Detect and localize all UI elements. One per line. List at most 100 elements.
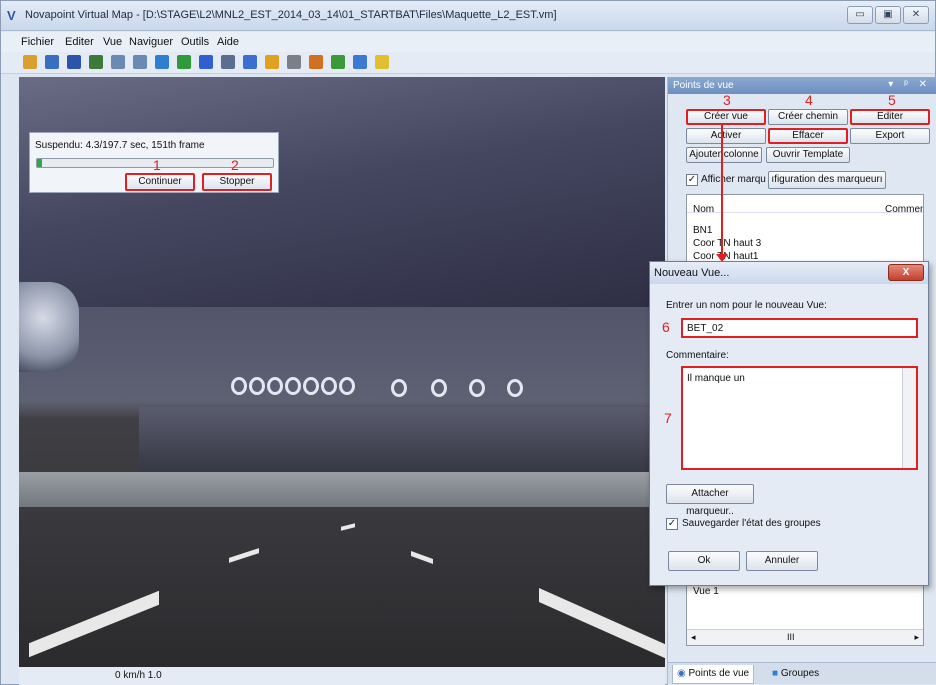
scroll-left-icon[interactable]: ◂ — [691, 632, 696, 643]
panel-title: Points de vue — [673, 80, 734, 91]
settings-icon[interactable] — [375, 55, 389, 69]
paint-icon[interactable] — [331, 55, 345, 69]
playback-progress-fill — [37, 159, 43, 167]
tab-points-de-vue[interactable]: ◉ Points de vue — [672, 665, 755, 684]
dialog-close-button[interactable]: X — [888, 264, 924, 281]
annotation-number: 1 — [153, 157, 161, 173]
annotation-number: 5 — [888, 92, 896, 108]
menu-naviguer[interactable]: Naviguer — [129, 36, 173, 48]
attach-marker-button[interactable]: Attacher marqueur.. — [666, 484, 754, 517]
app-logo-icon: V — [7, 8, 16, 23]
measure-icon[interactable] — [265, 55, 279, 69]
orbit-icon[interactable] — [133, 55, 147, 69]
comment-scrollbar[interactable] — [902, 368, 916, 468]
group-icon: ■ — [772, 668, 779, 679]
tab-label: Groupes — [780, 668, 820, 679]
dialog-title-bar: Nouveau Vue... X — [650, 262, 928, 284]
show-markers-label: Afficher marqu — [701, 174, 766, 185]
light-ring — [231, 377, 247, 395]
search-icon[interactable] — [221, 55, 235, 69]
column-header-comment[interactable]: Commen — [885, 204, 923, 215]
draw-icon[interactable] — [287, 55, 301, 69]
annotation-number: 7 — [664, 410, 672, 426]
annotation-number: 2 — [231, 157, 239, 173]
light-ring — [507, 379, 523, 397]
light-ring — [285, 377, 301, 395]
comment-textarea[interactable]: Il manque un — [681, 366, 918, 470]
save-icon[interactable] — [45, 55, 59, 69]
save-groups-checkbox[interactable]: ✓ — [666, 518, 678, 530]
panel-tabs: ◉ Points de vue ■ Groupes — [668, 662, 936, 684]
view-icon[interactable] — [199, 55, 213, 69]
ruler-icon[interactable] — [353, 55, 367, 69]
delete-button[interactable]: Effacer — [768, 128, 848, 144]
light-ring — [339, 377, 355, 395]
column-header-name[interactable]: Nom — [693, 204, 714, 215]
minimize-icon[interactable]: ▭ — [847, 6, 873, 24]
show-markers-checkbox[interactable]: ✓ — [686, 174, 698, 186]
activate-button[interactable]: Activer — [686, 128, 766, 144]
status-bar: 0 km/h 1.0 — [19, 667, 665, 685]
light-ring — [267, 377, 283, 395]
list-item[interactable]: Vue 1 — [693, 586, 719, 597]
tab-groupes[interactable]: ■ Groupes — [768, 665, 823, 684]
app-window: V Novapoint Virtual Map - [D:\STAGE\L2\M… — [0, 0, 936, 685]
menu-editer[interactable]: Editer — [65, 36, 94, 48]
open-icon[interactable] — [23, 55, 37, 69]
marker-config-button[interactable]: ıfiguration des marqueurı — [768, 171, 886, 189]
create-view-button[interactable]: Créer vue — [686, 109, 766, 125]
annotation-number: 6 — [662, 319, 670, 335]
menu-bar: Fichier Editer Vue Naviguer Outils Aide — [1, 32, 935, 52]
close-icon[interactable]: ✕ — [903, 6, 929, 24]
create-path-button[interactable]: Créer chemin — [768, 109, 848, 125]
cancel-button[interactable]: Annuler — [746, 551, 818, 571]
fly-icon[interactable] — [111, 55, 125, 69]
window-controls: ▭ ▣ ✕ — [847, 6, 929, 24]
dialog-title: Nouveau Vue... — [654, 267, 730, 279]
stop-button[interactable]: Stopper — [202, 173, 272, 191]
horizontal-scrollbar[interactable]: ◂ III ▸ — [687, 629, 923, 645]
comment-label: Commentaire: — [666, 350, 729, 361]
light-ring — [431, 379, 447, 397]
name-label: Entrer un nom pour le nouveau Vue: — [666, 300, 827, 311]
continue-button[interactable]: Continuer — [125, 173, 195, 191]
menu-vue[interactable]: Vue — [103, 36, 122, 48]
light-ring — [303, 377, 319, 395]
panel-pin-close-icon[interactable]: ▾ ᵖ ✕ — [888, 79, 931, 90]
maximize-icon[interactable]: ▣ — [875, 6, 901, 24]
concrete-wall — [19, 472, 665, 512]
light-ring — [391, 379, 407, 397]
title-bar: V Novapoint Virtual Map - [D:\STAGE\L2\M… — [1, 1, 935, 31]
annotation-number: 3 — [723, 92, 731, 108]
speed-readout: 0 km/h 1.0 — [115, 670, 162, 681]
list-item[interactable]: Coor TN haut 3 — [693, 238, 761, 249]
new-view-dialog: Nouveau Vue... X Entrer un nom pour le n… — [649, 261, 929, 586]
window-title: Novapoint Virtual Map - [D:\STAGE\L2\MNL… — [25, 9, 557, 21]
save-groups-label: Sauvegarder l'état des groupes — [682, 518, 821, 529]
view-name-input[interactable]: BET_02 — [681, 318, 918, 338]
light-ring — [469, 379, 485, 397]
tab-label: Points de vue — [688, 668, 750, 679]
add-column-button[interactable]: Ajouter colonne — [686, 147, 762, 163]
scroll-right-icon[interactable]: ▸ — [914, 632, 919, 643]
scroll-thumb[interactable]: III — [787, 632, 795, 642]
playback-widget: Suspendu: 4.3/197.7 sec, 151th frame 1 2… — [29, 132, 279, 193]
menu-outils[interactable]: Outils — [181, 36, 209, 48]
edit-button[interactable]: Editer — [850, 109, 930, 125]
walk-icon[interactable] — [89, 55, 103, 69]
back-icon[interactable] — [67, 55, 81, 69]
comment-text: Il manque un — [687, 373, 745, 384]
globe-icon[interactable] — [243, 55, 257, 69]
list-item[interactable]: BN1 — [693, 225, 712, 236]
ok-button[interactable]: Ok — [668, 551, 740, 571]
menu-aide[interactable]: Aide — [217, 36, 239, 48]
move-icon[interactable] — [177, 55, 191, 69]
open-template-button[interactable]: Ouvrir Template — [766, 147, 850, 163]
pillar — [19, 282, 79, 372]
annotation-arrow — [721, 125, 723, 259]
playback-status: Suspendu: 4.3/197.7 sec, 151th frame — [35, 140, 205, 151]
menu-fichier[interactable]: Fichier — [21, 36, 54, 48]
marker-icon[interactable] — [309, 55, 323, 69]
export-button[interactable]: Export — [850, 128, 930, 144]
select-icon[interactable] — [155, 55, 169, 69]
